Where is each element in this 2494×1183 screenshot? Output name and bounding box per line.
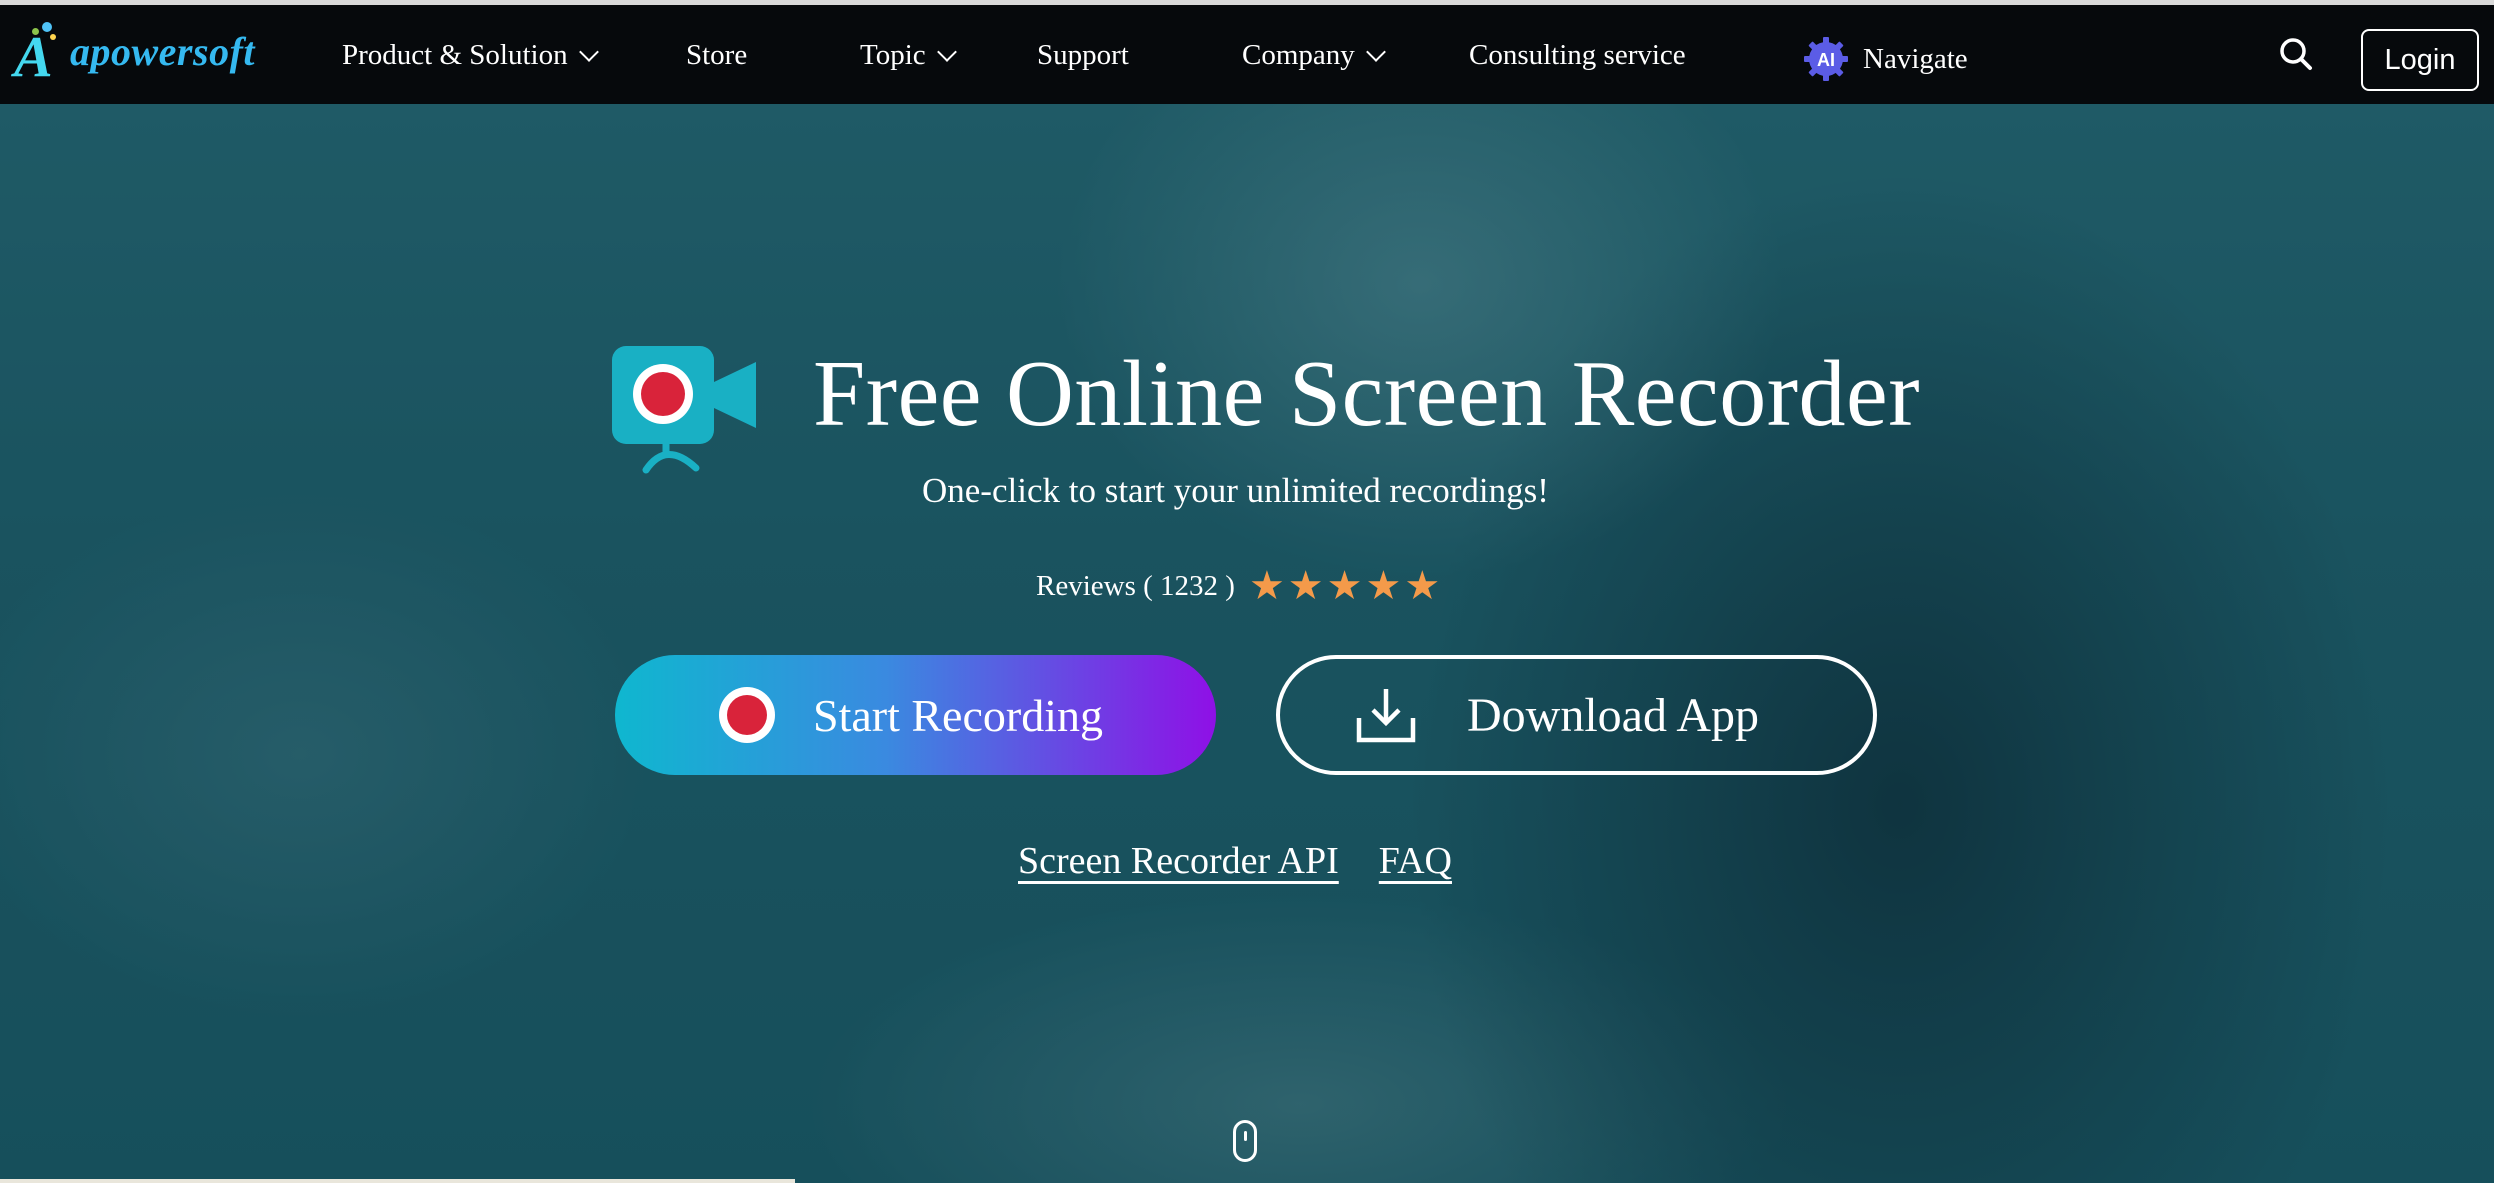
star-icon: ★ bbox=[1287, 563, 1324, 609]
hero-subtitle: One-click to start your unlimited record… bbox=[922, 471, 1549, 510]
nav-topic[interactable]: Topic bbox=[860, 39, 957, 72]
hero-section: Free Online Screen Recorder One-click to… bbox=[0, 104, 2494, 1183]
reviews-rating[interactable]: Reviews ( 1232 ) ★ ★ ★ ★ ★ bbox=[1036, 566, 1443, 606]
download-icon bbox=[1356, 689, 1416, 743]
page-progress-bar bbox=[0, 1179, 795, 1183]
screen-recorder-api-link[interactable]: Screen Recorder API bbox=[1018, 839, 1339, 883]
star-icon: ★ bbox=[1248, 563, 1285, 609]
faq-link[interactable]: FAQ bbox=[1379, 839, 1452, 883]
logo-wordmark: apowersoft bbox=[70, 28, 255, 74]
apowersoft-logo[interactable]: A apowersoft bbox=[12, 21, 255, 86]
nav-consulting-service[interactable]: Consulting service bbox=[1469, 39, 1686, 72]
star-rating: ★ ★ ★ ★ ★ bbox=[1249, 566, 1443, 606]
start-recording-button[interactable]: Start Recording bbox=[615, 655, 1216, 775]
nav-company[interactable]: Company bbox=[1242, 39, 1386, 72]
ai-gear-icon: AI bbox=[1804, 37, 1848, 81]
chevron-down-icon bbox=[578, 41, 599, 62]
top-navigation-bar: A apowersoft Product & Solution Store To… bbox=[0, 0, 2494, 104]
nav-product-solution[interactable]: Product & Solution bbox=[342, 39, 599, 72]
svg-text:AI: AI bbox=[1817, 50, 1835, 70]
chevron-down-icon bbox=[936, 41, 957, 62]
secondary-links: Screen Recorder API FAQ bbox=[1018, 839, 1492, 883]
nav-support[interactable]: Support bbox=[1037, 39, 1129, 72]
star-icon: ★ bbox=[1404, 563, 1441, 609]
star-icon: ★ bbox=[1326, 563, 1363, 609]
download-app-button[interactable]: Download App bbox=[1276, 655, 1877, 775]
hero-background-overlay bbox=[0, 104, 2494, 1183]
chevron-down-icon bbox=[1365, 41, 1386, 62]
login-button[interactable]: Login bbox=[2361, 29, 2479, 91]
nav-store[interactable]: Store bbox=[686, 39, 747, 72]
search-icon[interactable] bbox=[2277, 35, 2315, 73]
mouse-scroll-icon[interactable] bbox=[1233, 1120, 1257, 1162]
nav-ai-navigate[interactable]: AI Navigate bbox=[1803, 36, 1968, 82]
hero-title: Free Online Screen Recorder bbox=[813, 342, 1921, 446]
video-camera-record-icon bbox=[612, 346, 756, 474]
reviews-count: Reviews ( 1232 ) bbox=[1036, 569, 1235, 602]
logo-mark-icon: A bbox=[12, 22, 62, 86]
star-icon: ★ bbox=[1365, 563, 1402, 609]
record-icon bbox=[719, 687, 775, 743]
